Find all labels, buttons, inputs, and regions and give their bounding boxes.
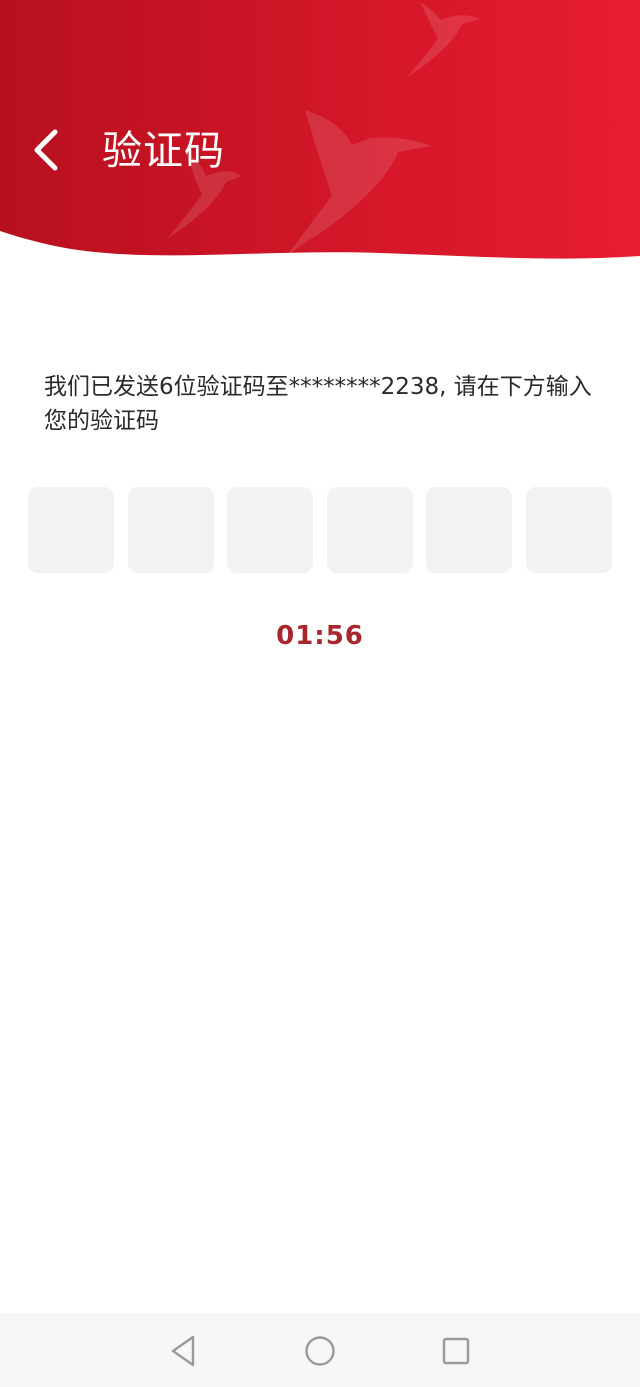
circle-home-icon [305, 1336, 335, 1366]
code-digit-input-1[interactable] [28, 487, 114, 573]
code-digit-input-5[interactable] [426, 487, 513, 573]
chevron-left-icon [34, 129, 58, 171]
header: 验证码 [0, 0, 640, 270]
code-digit-input-2[interactable] [127, 487, 214, 573]
instruction-message: 我们已发送6位验证码至********2238, 请在下方输入您的验证码 [44, 374, 592, 434]
code-digit-input-3[interactable] [227, 487, 314, 573]
nav-recents-button[interactable] [436, 1331, 476, 1371]
triangle-back-icon [171, 1335, 195, 1367]
nav-home-button[interactable] [300, 1331, 340, 1371]
code-input-row [28, 487, 612, 573]
countdown-timer: 01:56 [276, 621, 364, 651]
nav-back-button[interactable] [163, 1331, 203, 1371]
code-digit-input-6[interactable] [525, 487, 612, 573]
code-digit-input-4[interactable] [326, 487, 413, 573]
verification-screen: 验证码 我们已发送6位验证码至********2238, 请在下方输入您的验证码… [0, 0, 640, 1387]
header-background [0, 0, 640, 259]
system-navigation-bar [0, 1313, 640, 1387]
back-button[interactable] [14, 118, 78, 182]
page-title: 验证码 [102, 128, 225, 174]
square-recents-icon [442, 1337, 470, 1365]
